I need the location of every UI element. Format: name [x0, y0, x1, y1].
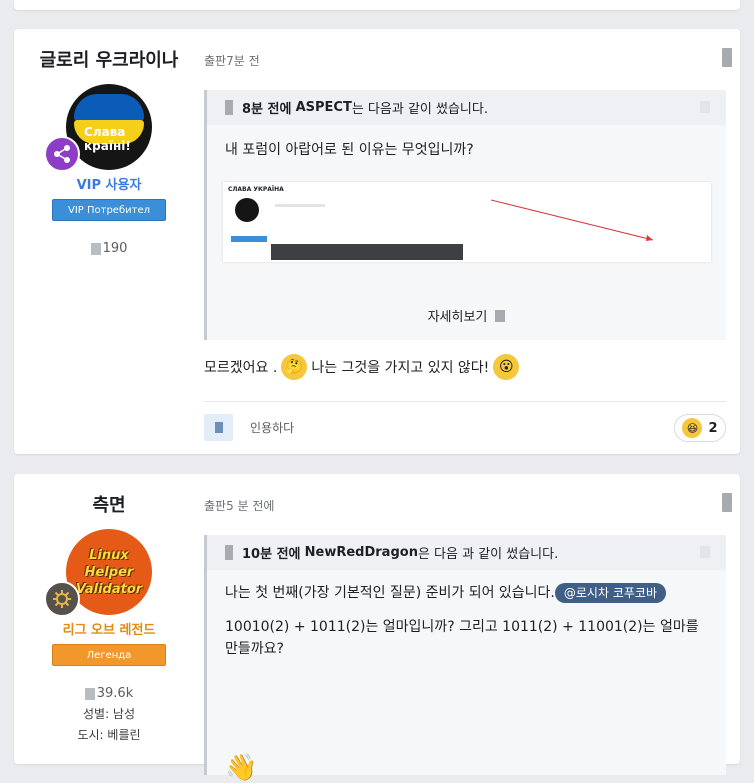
- quote-author[interactable]: NewRedDragon: [305, 545, 418, 560]
- post-count: 190: [14, 241, 204, 256]
- user-city: 도시: 베를린: [77, 728, 141, 742]
- expand-icon: [495, 309, 506, 322]
- previous-post-edge: [14, 0, 740, 10]
- quote-icon: [225, 100, 233, 115]
- user-rank: 리그 오브 레전드: [62, 623, 156, 638]
- rank-badge: Легенда: [52, 644, 166, 666]
- quote-block: 10분 전에 NewRedDragon 은 다음 과 같이 썼습니다. 나는 첫 …: [204, 535, 726, 783]
- post-time[interactable]: 출판7분 전: [204, 52, 260, 69]
- post-message: 모르겠어요 . 🤔 나는 그것을 가지고 있지 않다! 😮: [204, 354, 520, 380]
- reaction-button[interactable]: 😆 2: [674, 414, 726, 442]
- quote-text: 10010(2) + 1011(2)는 얼마입니까? 그리고 1011(2) +…: [225, 619, 699, 657]
- screenshot-arrow: [490, 199, 654, 241]
- avatar-text: Linux Helper Validator: [75, 548, 143, 597]
- author-name[interactable]: 글로리 우크라이나: [14, 46, 204, 72]
- quote-header: 10분 전에 NewRedDragon 은 다음 과 같이 썼습니다.: [207, 535, 726, 570]
- post-author-panel: 측면 Linux Helper Validator 리그 오브 레전드 Легенд…: [14, 474, 204, 743]
- read-more-button[interactable]: 자세히보기: [207, 306, 726, 325]
- quote-reply-icon: [204, 414, 233, 441]
- quote-author[interactable]: ASPECT: [296, 100, 352, 115]
- waving-hand-emoji-icon: 👋: [225, 753, 258, 783]
- messages-icon: [90, 242, 101, 255]
- user-rank: VIP 사용자: [76, 178, 142, 193]
- jump-to-quote-icon[interactable]: [700, 546, 710, 558]
- author-name[interactable]: 측면: [14, 491, 204, 517]
- attached-screenshot[interactable]: СЛАВА УКРАЇНА: [223, 182, 711, 262]
- post-menu-icon[interactable]: [722, 48, 732, 67]
- avatar-text: Слава країні!: [84, 125, 131, 153]
- jump-to-quote-icon[interactable]: [700, 101, 710, 113]
- laughing-emoji-icon: 😆: [682, 418, 703, 438]
- thinking-emoji-icon: 🤔: [281, 354, 308, 380]
- messages-icon: [84, 687, 95, 700]
- post-author-panel: 글로리 우크라이나 Слава країні! VIP 사용자 VIP Потре…: [14, 29, 204, 256]
- share-badge-icon: [44, 136, 80, 172]
- quote-text: 나는 첫 번째(가장 기본적인 질문) 준비가 되어 있습니다. @로시차 코푸코…: [207, 582, 726, 604]
- quote-header: 8분 전에 ASPECT 는 다음과 같이 썼습니다.: [207, 90, 726, 125]
- gear-badge-icon: [44, 581, 80, 617]
- quote-button[interactable]: 인용하다: [204, 414, 294, 441]
- quote-block: 8분 전에 ASPECT 는 다음과 같이 썼습니다. 내 포럼이 아랍어로 된 …: [204, 90, 726, 340]
- user-mention[interactable]: @로시차 코푸코바: [554, 583, 666, 603]
- quote-icon: [225, 545, 233, 560]
- surprised-emoji-icon: 😮: [493, 354, 520, 380]
- forum-post: 측면 Linux Helper Validator 리그 오브 레전드 Легенд…: [14, 474, 740, 783]
- post-time[interactable]: 출판5 분 전에: [204, 497, 274, 514]
- reaction-count: 2: [708, 420, 718, 436]
- post-menu-icon[interactable]: [722, 493, 732, 512]
- user-gender: 성별: 남성: [82, 707, 136, 721]
- post-count: 39.6k: [14, 686, 204, 701]
- quote-text: 내 포럼이 아랍어로 된 이유는 무엇입니까?: [225, 142, 474, 158]
- avatar-flag-blue: [74, 94, 144, 122]
- rank-badge: VIP Потребител: [52, 199, 166, 221]
- forum-post: 글로리 우크라이나 Слава країні! VIP 사용자 VIP Потре…: [14, 29, 740, 454]
- divider: [204, 401, 726, 402]
